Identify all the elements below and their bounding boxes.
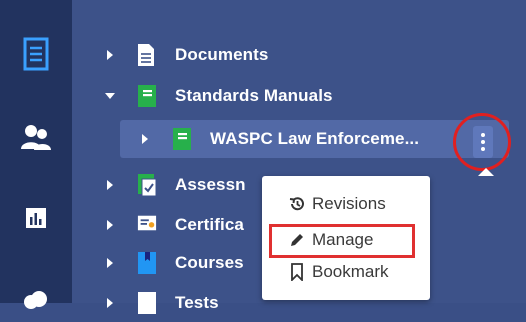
caret-right-icon[interactable] <box>103 178 117 192</box>
certificate-icon <box>137 213 157 237</box>
caret-down-icon[interactable] <box>103 89 117 103</box>
tree-item-label: Assessn <box>175 175 246 194</box>
tree-item-waspc-manual[interactable]: WASPC Law Enforceme... <box>120 120 509 158</box>
history-icon <box>288 195 306 213</box>
test-icon <box>137 291 157 315</box>
tree-item-label: Certifica <box>175 215 244 234</box>
left-nav-rail <box>0 0 72 309</box>
menu-item-revisions[interactable]: Revisions <box>288 190 386 218</box>
users-nav-icon[interactable] <box>16 117 56 157</box>
bookmark-icon <box>288 263 306 281</box>
tree-item-label: Standards Manuals <box>175 86 333 105</box>
manual-book-icon <box>172 127 192 151</box>
documents-nav-icon[interactable] <box>16 34 56 74</box>
menu-item-bookmark[interactable]: Bookmark <box>288 258 389 286</box>
course-book-icon <box>137 251 157 275</box>
tree-item-documents[interactable]: Documents <box>103 36 526 74</box>
manual-book-icon <box>137 84 157 108</box>
menu-item-label: Revisions <box>312 194 386 213</box>
tree-item-label: WASPC Law Enforceme... <box>210 129 420 148</box>
caret-right-icon[interactable] <box>103 218 117 232</box>
caret-right-icon[interactable] <box>103 48 117 62</box>
caret-right-icon[interactable] <box>138 132 152 146</box>
tree-item-standards-manuals[interactable]: Standards Manuals <box>103 77 526 115</box>
assessment-icon <box>137 173 157 197</box>
menu-item-label: Bookmark <box>312 262 389 281</box>
highlight-box <box>269 224 415 258</box>
caret-right-icon[interactable] <box>103 256 117 270</box>
document-icon <box>137 43 157 67</box>
reports-nav-icon[interactable] <box>16 198 56 238</box>
highlight-circle <box>453 113 511 171</box>
tree-item-label: Documents <box>175 45 269 64</box>
caret-right-icon[interactable] <box>103 296 117 310</box>
cloud-nav-icon[interactable] <box>16 280 56 320</box>
tree-item-label: Courses <box>175 253 244 272</box>
tree-item-label: Tests <box>175 293 219 312</box>
menu-pointer <box>478 168 494 176</box>
